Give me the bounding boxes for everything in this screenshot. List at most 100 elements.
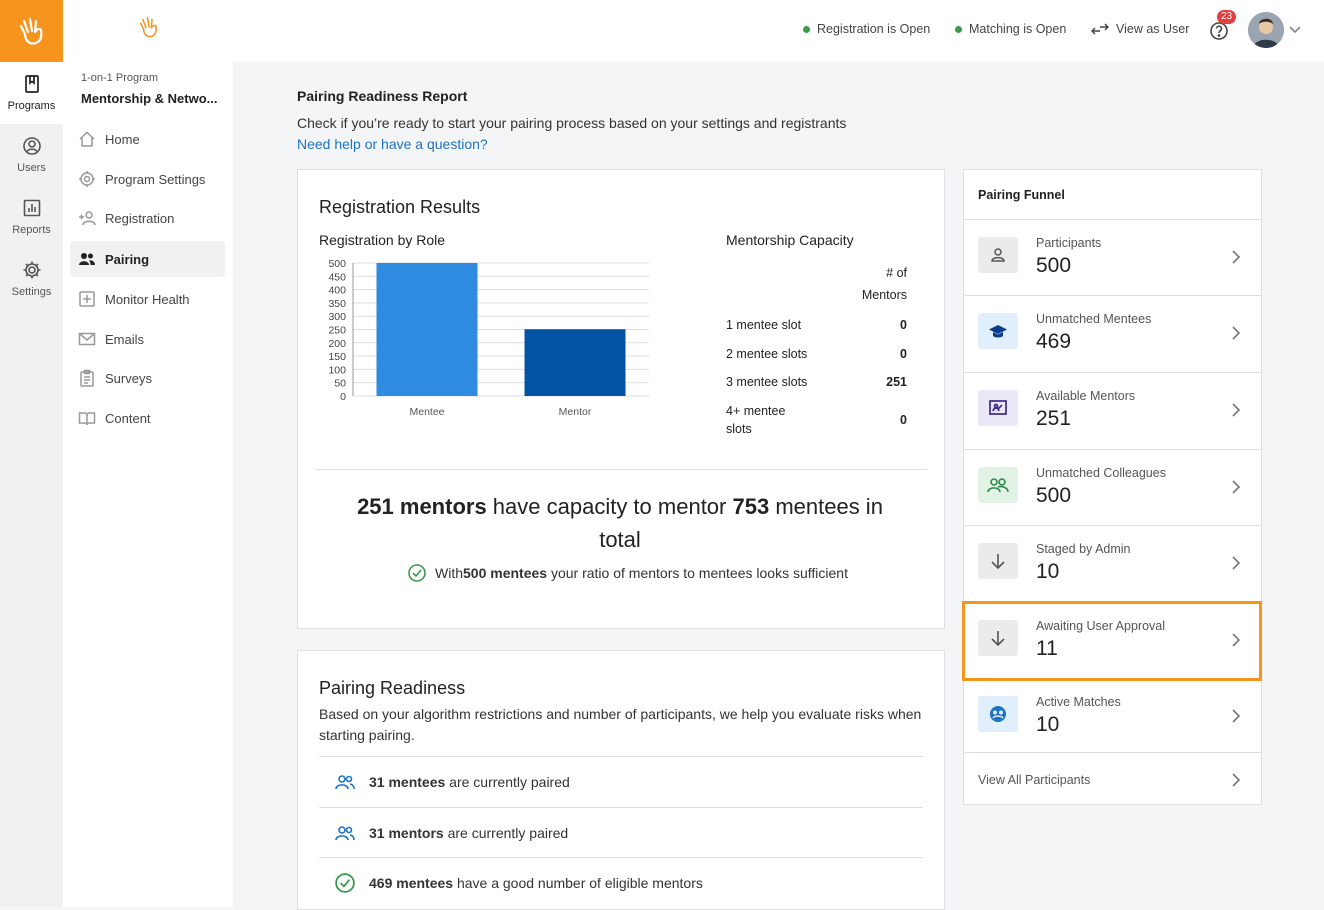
view-as-user-button[interactable]: View as User xyxy=(1091,22,1189,36)
rail-label: Settings xyxy=(11,286,52,298)
x-tick-label: Mentor xyxy=(559,406,592,418)
app-rail: Programs Users Reports Settings xyxy=(0,0,63,907)
check-circle-icon xyxy=(335,872,355,893)
y-tick-label: 400 xyxy=(328,285,346,297)
handshake-icon xyxy=(978,696,1018,732)
y-tick-label: 450 xyxy=(328,271,346,283)
readiness-row-text: have a good number of eligible mentors xyxy=(453,874,703,891)
sidebar-item-pairing[interactable]: Pairing xyxy=(70,241,225,277)
selection-highlight xyxy=(962,601,1262,681)
matching-status-label: Matching is Open xyxy=(969,22,1067,36)
readiness-row: 469 mentees have a good number of eligib… xyxy=(319,857,923,907)
add-user-icon xyxy=(79,211,96,226)
view-all-participants-link[interactable]: View All Participants xyxy=(964,752,1261,805)
sidebar-item-program-settings[interactable]: Program Settings xyxy=(70,161,225,197)
chevron-right-icon xyxy=(1232,556,1241,570)
program-name[interactable]: Mentorship & Netwo... xyxy=(81,91,218,106)
y-tick-label: 500 xyxy=(328,258,346,270)
app-logo[interactable] xyxy=(0,0,63,62)
sidebar-item-label: Home xyxy=(105,131,140,147)
rail-item-users[interactable]: Users xyxy=(0,124,63,186)
funnel-row-unmatched-colleagues[interactable]: Unmatched Colleagues 500 xyxy=(964,449,1261,526)
capacity-row-label: 2 mentee slots xyxy=(726,347,808,361)
pairing-funnel-title: Pairing Funnel xyxy=(978,188,1065,202)
sidebar-item-monitor-health[interactable]: Monitor Health xyxy=(70,281,225,317)
user-photo xyxy=(1248,12,1284,48)
sidebar-item-surveys[interactable]: Surveys xyxy=(70,360,225,396)
help-link[interactable]: Need help or have a question? xyxy=(297,136,488,152)
y-tick-label: 150 xyxy=(328,351,346,363)
matching-status: Matching is Open xyxy=(955,22,1066,36)
sidebar-item-home[interactable]: Home xyxy=(70,121,225,157)
funnel-row-label: Active Matches xyxy=(1036,695,1121,709)
y-tick-label: 300 xyxy=(328,311,346,323)
avatar[interactable] xyxy=(1248,12,1284,48)
pairing-readiness-description: Based on your algorithm restrictions and… xyxy=(319,706,922,743)
sidebar-item-content[interactable]: Content xyxy=(70,400,225,436)
funnel-row-participants[interactable]: Participants 500 xyxy=(964,219,1261,296)
funnel-row-active-matches[interactable]: Active Matches 10 xyxy=(964,678,1261,755)
sidebar-item-label: Monitor Health xyxy=(105,291,190,307)
capacity-row-value: 0 xyxy=(900,347,907,361)
rail-label: Reports xyxy=(12,224,51,236)
chevron-down-icon[interactable] xyxy=(1289,26,1301,34)
bar-mentee xyxy=(376,263,478,396)
funnel-row-available-mentors[interactable]: Available Mentors 251 xyxy=(964,372,1261,449)
book-icon xyxy=(24,75,39,93)
open-book-icon xyxy=(78,412,96,426)
check-circle-icon xyxy=(408,564,426,582)
readiness-row: 31 mentees are currently paired xyxy=(319,756,923,806)
funnel-row-value: 469 xyxy=(1036,330,1072,353)
help-icon[interactable] xyxy=(1209,21,1229,41)
graduation-cap-icon xyxy=(978,313,1018,349)
capacity-title: Mentorship Capacity xyxy=(726,232,854,248)
readiness-row-bold: 31 mentors xyxy=(369,824,444,841)
swap-arrows-icon xyxy=(1091,23,1109,35)
plus-box-icon xyxy=(79,291,95,307)
capacity-header-line1: # of xyxy=(886,266,907,280)
sidebar-item-label: Emails xyxy=(105,331,145,347)
rail-item-reports[interactable]: Reports xyxy=(0,186,63,248)
capacity-header-line2: Mentors xyxy=(861,288,907,302)
summary-mid: have capacity to mentor xyxy=(486,494,733,519)
rail-label: Users xyxy=(17,162,46,174)
gear-icon xyxy=(79,171,95,187)
chevron-right-icon xyxy=(1232,773,1241,787)
funnel-row-staged-by-admin[interactable]: Staged by Admin 10 xyxy=(964,525,1261,602)
funnel-row-label: Unmatched Mentees xyxy=(1036,312,1152,326)
view-as-user-label: View as User xyxy=(1116,22,1190,36)
sidebar-item-label: Pairing xyxy=(105,251,150,267)
funnel-row-unmatched-mentees[interactable]: Unmatched Mentees 469 xyxy=(964,295,1261,372)
chevron-right-icon xyxy=(1232,326,1241,340)
capacity-row-label: 3 mentee slots xyxy=(726,375,808,389)
funnel-row-value: 500 xyxy=(1036,484,1072,507)
bar-mentor xyxy=(524,329,626,396)
rail-item-programs[interactable]: Programs xyxy=(0,62,63,124)
x-tick-label: Mentee xyxy=(409,406,444,418)
sidebar-item-emails[interactable]: Emails xyxy=(70,321,225,357)
funnel-row-value: 500 xyxy=(1036,254,1072,277)
status-dot xyxy=(955,25,962,33)
capacity-row-value: 0 xyxy=(900,318,907,332)
user-circle-icon xyxy=(22,137,41,155)
y-tick-label: 350 xyxy=(328,298,346,310)
chart-title: Registration by Role xyxy=(319,232,446,248)
person-icon xyxy=(978,237,1018,273)
capacity-row-value: 251 xyxy=(886,375,907,389)
rail-item-settings[interactable]: Settings xyxy=(0,248,63,310)
program-sidebar: 1-on-1 Program Mentorship & Netwo... Hom… xyxy=(63,0,233,907)
program-type: 1-on-1 Program xyxy=(81,72,159,84)
people-icon xyxy=(335,774,355,789)
chevron-right-icon xyxy=(1232,250,1241,264)
top-bar: Registration is Open Matching is Open Vi… xyxy=(233,0,1324,62)
sidebar-item-registration[interactable]: Registration xyxy=(70,200,225,236)
capacity-row-label: 4+ mentee slots xyxy=(726,404,786,436)
readiness-row-bold: 31 mentees xyxy=(369,773,446,790)
y-tick-label: 250 xyxy=(328,325,346,337)
bar-chart-icon xyxy=(23,199,40,217)
ratio-post: your ratio of mentors to mentees looks s… xyxy=(547,565,848,581)
readiness-row-text: are currently paired xyxy=(443,824,569,841)
pairing-readiness-card: Pairing Readiness Based on your algorith… xyxy=(297,650,945,910)
chevron-right-icon xyxy=(1232,403,1241,417)
ratio-bold: 500 mentees xyxy=(463,565,548,581)
